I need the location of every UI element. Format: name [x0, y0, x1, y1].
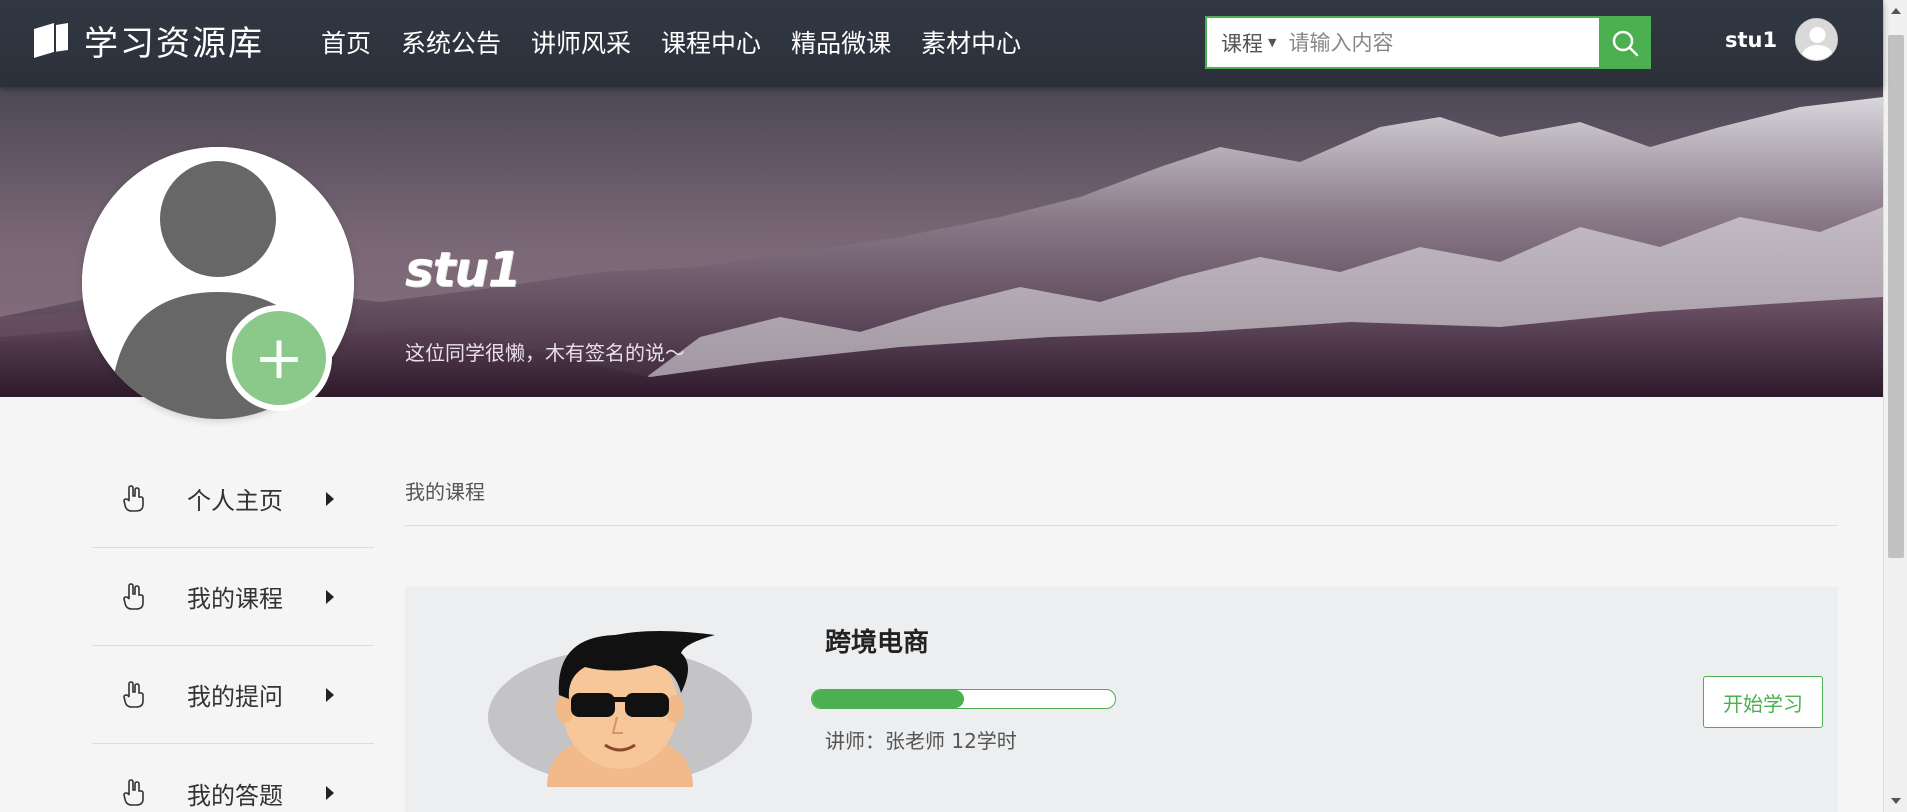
nav-item-materials[interactable]: 素材中心: [921, 24, 1021, 60]
search-button[interactable]: [1599, 16, 1651, 69]
nav-item-micro-courses[interactable]: 精品微课: [791, 24, 891, 60]
caret-right-icon: [326, 786, 334, 800]
hand-icon: [123, 779, 144, 806]
course-thumbnail[interactable]: [485, 617, 755, 787]
hand-icon: [123, 681, 144, 708]
search-box: 课程 ▼: [1205, 16, 1599, 69]
search-input[interactable]: [1288, 30, 1589, 55]
main-nav: 首页 系统公告 讲师风采 课程中心 精品微课 素材中心: [321, 24, 1051, 60]
avatar[interactable]: [1795, 18, 1838, 61]
logo[interactable]: 学习资源库: [30, 16, 264, 65]
course-progress-fill: [812, 690, 964, 708]
header-username[interactable]: stu1: [1725, 28, 1777, 52]
caret-right-icon: [326, 589, 334, 604]
caret-right-icon: [326, 491, 334, 506]
top-header: 学习资源库 首页 系统公告 讲师风采 课程中心 精品微课 素材中心 课程 ▼ s…: [0, 0, 1883, 87]
section-divider: [405, 525, 1838, 526]
sidebar-item-my-questions[interactable]: 我的提问: [92, 646, 374, 744]
sidebar-item-my-answers[interactable]: 我的答题: [92, 744, 374, 812]
course-progress-bar: [811, 689, 1116, 709]
profile-signature: 这位同学很懒，木有签名的说～: [405, 341, 685, 365]
section-title: 我的课程: [405, 480, 485, 504]
caret-down-icon: ▼: [1268, 36, 1277, 49]
course-meta: 讲师：张老师 12学时: [825, 729, 1017, 753]
profile-name: stu1: [405, 242, 521, 298]
sidebar-item-label: 个人主页: [187, 487, 283, 515]
add-avatar-button[interactable]: +: [226, 305, 332, 411]
scrollbar-thumb[interactable]: [1888, 35, 1904, 558]
search-category-select[interactable]: 课程 ▼: [1207, 28, 1276, 58]
course-title[interactable]: 跨境电商: [825, 622, 929, 659]
user-avatar-icon: [1796, 19, 1837, 60]
hand-icon: [123, 583, 144, 610]
sidebar-item-my-courses[interactable]: 我的课程: [92, 548, 374, 646]
search-bar: 课程 ▼: [1205, 16, 1651, 69]
sidebar-item-label: 我的提问: [187, 683, 283, 711]
sidebar-item-label: 我的答题: [187, 781, 283, 810]
search-category-label: 课程: [1221, 31, 1263, 56]
cartoon-avatar-image: [488, 631, 752, 787]
start-learning-button[interactable]: 开始学习: [1703, 676, 1823, 728]
nav-item-lecturers[interactable]: 讲师风采: [531, 24, 631, 60]
sidebar-item-label: 我的课程: [187, 585, 283, 613]
nav-item-home[interactable]: 首页: [321, 24, 371, 60]
scroll-down-icon[interactable]: [1891, 798, 1901, 804]
sidebar: 个人主页 我的课程 我的提问 我的答题: [92, 450, 374, 812]
search-icon: [1612, 30, 1639, 56]
course-card: 跨境电商 讲师：张老师 12学时 开始学习: [405, 587, 1838, 812]
page-scrollbar[interactable]: [1883, 0, 1907, 812]
scroll-up-icon[interactable]: [1891, 8, 1901, 14]
nav-item-course-center[interactable]: 课程中心: [661, 24, 761, 60]
sidebar-item-home[interactable]: 个人主页: [92, 450, 374, 548]
plus-icon: +: [253, 323, 305, 393]
hand-icon: [123, 485, 144, 512]
caret-right-icon: [326, 687, 334, 702]
book-icon: [30, 21, 72, 61]
nav-item-announcements[interactable]: 系统公告: [401, 24, 501, 60]
logo-text: 学习资源库: [84, 24, 264, 64]
